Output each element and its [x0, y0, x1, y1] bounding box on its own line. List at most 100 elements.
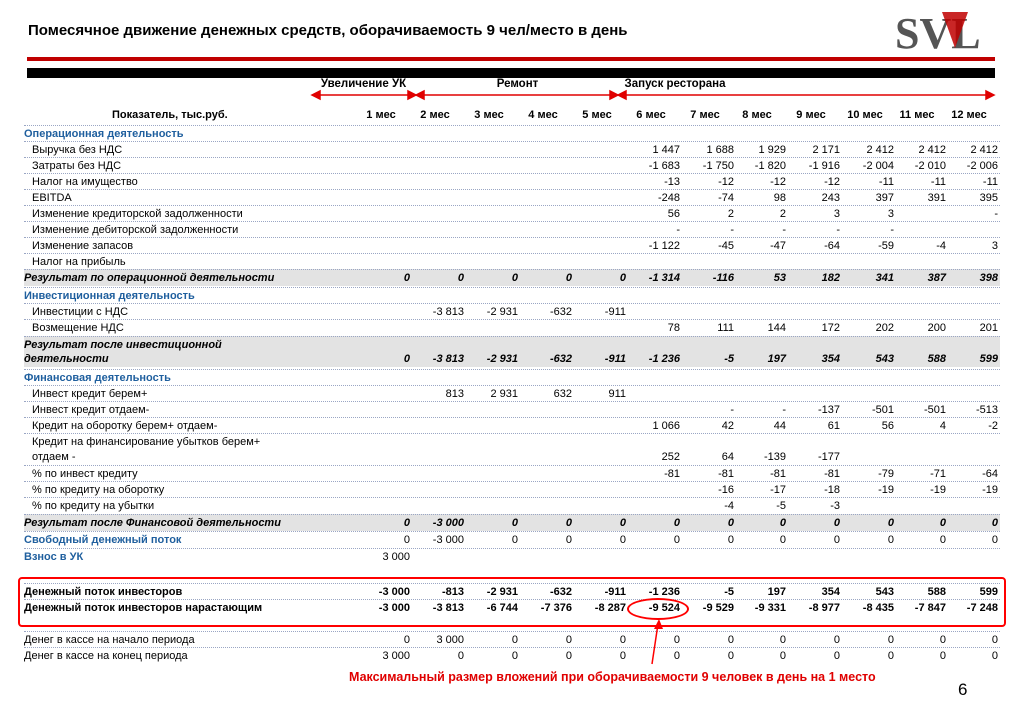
- table-cell: 0: [619, 634, 626, 646]
- table-cell: 56: [667, 208, 680, 220]
- table-cell: 200: [927, 322, 946, 334]
- table-cell: 0: [991, 517, 998, 529]
- header-black-bar: [27, 68, 995, 78]
- row-label: Результат после Финансовой деятельности: [24, 517, 281, 529]
- table-cell: 0: [833, 517, 840, 529]
- table-cell: 53: [773, 272, 786, 284]
- table-cell: 0: [779, 517, 786, 529]
- table-cell: 0: [727, 634, 734, 646]
- table-cell: 0: [511, 634, 518, 646]
- table-cell: 0: [779, 534, 786, 546]
- table-cell: 0: [939, 650, 946, 662]
- table-cell: 0: [457, 650, 464, 662]
- table-cell: 599: [979, 353, 998, 365]
- table-cell: 0: [457, 272, 464, 284]
- table-row: Налог на имущество -13 -12 -12 -12 -11 -11 -11: [24, 173, 1000, 190]
- table-cell: -2 931: [486, 306, 518, 318]
- row-label: % по инвест кредиту: [32, 468, 138, 480]
- column-header-month: 8 мес: [742, 109, 772, 121]
- table-cell: 0: [565, 534, 572, 546]
- table-cell: 1 929: [758, 144, 786, 156]
- table-cell: -501: [923, 404, 946, 416]
- table-cell: 4: [939, 420, 946, 432]
- table-cell: 0: [511, 517, 518, 529]
- table-cell: 911: [608, 388, 626, 400]
- column-header-month: 7 мес: [690, 109, 720, 121]
- table-cell: 3: [833, 208, 840, 220]
- investor-flow-highlight-box: [18, 577, 1006, 627]
- table-cell: -: [836, 224, 840, 236]
- table-cell: 0: [727, 534, 734, 546]
- table-cell: -1 820: [754, 160, 786, 172]
- logo-text: SVL: [895, 9, 981, 54]
- table-cell: -12: [824, 176, 840, 188]
- table-cell: -11: [982, 176, 998, 188]
- column-header-month: 3 мес: [474, 109, 504, 121]
- table-row: Налог на прибыль: [24, 253, 1000, 270]
- table-row: Финансовая деятельность: [24, 369, 1000, 386]
- table-row: Взнос в УК 3 000: [24, 548, 1000, 565]
- table-cell: -45: [718, 240, 734, 252]
- table-cell: -: [782, 404, 786, 416]
- table-cell: 78: [667, 322, 680, 334]
- table-cell: 0: [619, 272, 626, 284]
- table-row: Результат после Финансовой деятельности 0…: [24, 514, 1000, 531]
- table-cell: 0: [939, 634, 946, 646]
- table-row: отдаем - 252 64 -139 -177: [24, 449, 1000, 465]
- table-cell: -71: [930, 468, 946, 480]
- table-cell: -17: [770, 484, 786, 496]
- table-cell: 56: [881, 420, 894, 432]
- table-cell: -: [994, 208, 998, 220]
- row-label: EBITDA: [32, 192, 72, 204]
- table-row: Инвест кредит берем+ 813 2 931 632 911: [24, 385, 1000, 402]
- table-cell: -2 006: [966, 160, 998, 172]
- table-cell: -4: [936, 240, 946, 252]
- table-cell: -139: [763, 451, 786, 463]
- table-cell: -3 813: [432, 306, 464, 318]
- table-cell: -19: [878, 484, 894, 496]
- table-row: Свободный денежный поток 0 -3 000 0 0 0 0 0 0 0 0 0…: [24, 531, 1000, 548]
- column-header-month: 11 мес: [899, 109, 935, 121]
- table-cell: 0: [833, 634, 840, 646]
- table-row: Инвест кредит отдаем- - - -137 -501 -501 -513: [24, 401, 1000, 418]
- row-label: Инвест кредит берем+: [32, 388, 148, 400]
- table-cell: -12: [770, 176, 786, 188]
- table-cell: -: [730, 404, 734, 416]
- row-label: Инвестиционная деятельность: [24, 290, 195, 302]
- table-row: Изменение дебиторской задолженности - - - - -: [24, 221, 1000, 238]
- table-cell: 0: [991, 634, 998, 646]
- max-investment-highlight-ellipse: [627, 598, 689, 620]
- table-cell: -74: [718, 192, 734, 204]
- table-cell: 182: [821, 272, 840, 284]
- row-label: % по кредиту на убытки: [32, 500, 155, 512]
- table-cell: 0: [991, 650, 998, 662]
- table-cell: -81: [718, 468, 734, 480]
- table-cell: 391: [927, 192, 946, 204]
- table-cell: 387: [927, 272, 946, 284]
- column-header-month: 4 мес: [528, 109, 558, 121]
- column-header-month: 5 мес: [582, 109, 612, 121]
- table-cell: -1 750: [702, 160, 734, 172]
- table-cell: 111: [717, 322, 734, 334]
- table-cell: 398: [979, 272, 998, 284]
- row-label: Инвест кредит отдаем-: [32, 404, 150, 416]
- table-cell: -137: [817, 404, 840, 416]
- table-cell: -3: [830, 500, 840, 512]
- table-cell: -1 916: [808, 160, 840, 172]
- table-cell: 1 066: [652, 420, 680, 432]
- table-cell: 144: [767, 322, 786, 334]
- table-cell: -: [676, 224, 680, 236]
- column-header-month: 10 мес: [847, 109, 883, 121]
- table-cell: 0: [565, 634, 572, 646]
- table-cell: 202: [875, 322, 894, 334]
- table-cell: 2 931: [490, 388, 518, 400]
- table-cell: 2 412: [970, 144, 998, 156]
- column-header-month: 6 мес: [636, 109, 666, 121]
- table-cell: -513: [975, 404, 998, 416]
- table-cell: 0: [673, 517, 680, 529]
- table-cell: 0: [511, 650, 518, 662]
- table-cell: -1 122: [648, 240, 680, 252]
- table-cell: 98: [773, 192, 786, 204]
- table-cell: 0: [887, 517, 894, 529]
- table-row: Инвестиции с НДС -3 813 -2 931 -632 -911: [24, 303, 1000, 320]
